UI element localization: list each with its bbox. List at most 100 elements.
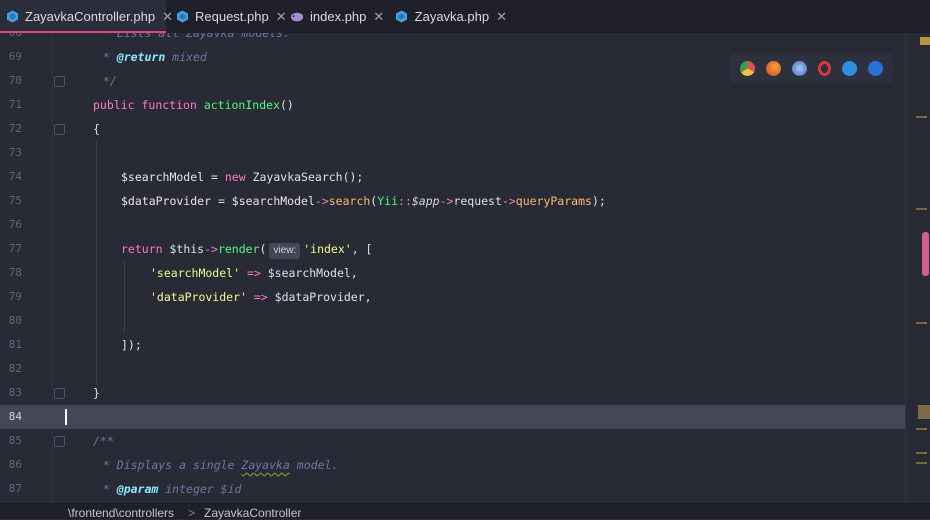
class-name: Yii	[377, 194, 399, 208]
keyword: public	[93, 98, 135, 112]
operator: =>	[246, 290, 275, 304]
variable: $dataProvider,	[274, 290, 372, 304]
line-number: 70	[8, 74, 22, 87]
variable: $searchModel,	[267, 266, 358, 280]
line-number: 72	[8, 122, 22, 135]
string-literal: 'index'	[303, 242, 352, 256]
line-number: 76	[8, 218, 22, 231]
code-text: =	[204, 170, 225, 184]
line-number: 78	[8, 266, 22, 279]
code-line: 75 $dataProvider = $searchModel->search(…	[0, 189, 905, 213]
code-text: );	[591, 194, 606, 208]
php-class-icon	[176, 10, 189, 24]
code-line: 80	[0, 309, 905, 333]
line-number: 80	[8, 314, 22, 327]
fold-marker-icon[interactable]	[54, 388, 65, 399]
opera-icon[interactable]	[818, 60, 832, 76]
code-text: /**	[93, 434, 114, 448]
code-text: ZayavkaSearch();	[245, 170, 364, 184]
code-line: 72 {	[0, 117, 905, 141]
tab-label: ZayavkaController.php	[25, 9, 156, 24]
property: queryParams	[515, 194, 592, 208]
tab-request[interactable]: Request.php ✕	[170, 0, 287, 33]
text-cursor	[65, 409, 67, 425]
operator: ::	[398, 194, 412, 208]
variable: $dataProvider	[121, 194, 212, 208]
code-editor[interactable]: 68 * Lists all Zayavka models. 69 * @ret…	[0, 33, 930, 503]
error-stripe-marker[interactable]	[916, 322, 927, 324]
browser-preview-bar	[730, 54, 893, 82]
error-stripe-marker[interactable]	[916, 116, 927, 118]
doc-tag: @param	[116, 482, 159, 496]
code-text: }	[93, 386, 100, 400]
error-stripe-marker[interactable]	[916, 452, 927, 454]
edge-icon[interactable]	[868, 60, 884, 76]
breadcrumb-namespace[interactable]: \frontend\controllers	[68, 506, 174, 520]
code-line: 74 $searchModel = new ZayavkaSearch();	[0, 165, 905, 189]
operator: ->	[314, 194, 329, 208]
fold-marker-icon[interactable]	[54, 76, 65, 87]
string-literal: 'searchModel'	[150, 266, 241, 280]
breadcrumb: \frontend\controllers > ZayavkaControlle…	[0, 503, 930, 520]
tab-zayavkacontroller[interactable]: ZayavkaController.php ✕	[0, 0, 173, 33]
line-number: 69	[8, 50, 22, 63]
error-stripe-marker[interactable]	[916, 208, 927, 210]
fold-marker-icon[interactable]	[54, 436, 65, 447]
keyword: function	[141, 98, 197, 112]
operator: ->	[204, 242, 218, 256]
line-number: 86	[8, 458, 22, 471]
safari-icon[interactable]	[791, 60, 807, 76]
php-class-icon	[395, 10, 409, 24]
line-number: 87	[8, 482, 22, 495]
php-class-icon	[6, 10, 19, 24]
variable: $searchModel	[231, 194, 315, 208]
line-number: 77	[8, 242, 22, 255]
code-line: 82	[0, 357, 905, 381]
code-text: {	[93, 122, 100, 136]
code-line: 71 public function actionIndex()	[0, 93, 905, 117]
code-line: 77 return $this->render(view:'index', [	[0, 237, 905, 261]
error-stripe-marker[interactable]	[916, 462, 927, 464]
code-text: *	[96, 50, 117, 64]
code-line: 81 ]);	[0, 333, 905, 357]
firefox-icon[interactable]	[765, 60, 781, 76]
method-name: render	[217, 242, 260, 256]
code-line: 79 'dataProvider' => $dataProvider,	[0, 285, 905, 309]
chrome-icon[interactable]	[739, 60, 755, 76]
line-number: 84	[8, 410, 22, 423]
line-number: 85	[8, 434, 22, 447]
tab-index[interactable]: index.php ✕	[284, 0, 384, 33]
tab-label: Request.php	[195, 9, 269, 24]
error-stripe-marker[interactable]	[916, 428, 927, 430]
fold-marker-icon[interactable]	[54, 124, 65, 135]
breadcrumb-class[interactable]: ZayavkaController	[204, 506, 301, 520]
code-line-current[interactable]: 84	[0, 405, 905, 429]
code-line: 87 * @param integer $id	[0, 477, 905, 501]
line-number: 75	[8, 194, 22, 207]
ie-icon[interactable]	[842, 60, 858, 76]
scrollbar-thumb[interactable]	[922, 232, 929, 276]
line-number: 68	[0, 33, 22, 45]
current-line-marker[interactable]	[918, 405, 930, 419]
code-line: 76	[0, 213, 905, 237]
code-text: *	[96, 482, 117, 496]
code-line: 68 * Lists all Zayavka models.	[0, 33, 905, 45]
code-text: =	[211, 194, 232, 208]
code-text: mixed	[165, 50, 207, 64]
code-text: (	[259, 242, 267, 256]
line-number: 83	[8, 386, 22, 399]
code-text: model.	[289, 458, 339, 472]
error-stripe-marker[interactable]	[920, 37, 930, 45]
operator: ->	[439, 194, 454, 208]
code-text: Zayavka	[241, 458, 290, 472]
tab-zayavka[interactable]: Zayavka.php ✕	[389, 0, 507, 33]
function-name: actionIndex	[203, 98, 280, 112]
code-text: */	[96, 74, 117, 88]
string-literal: 'dataProvider'	[150, 290, 247, 304]
close-icon[interactable]: ✕	[373, 9, 384, 25]
code-text: ]);	[121, 338, 142, 352]
parameter-hint: view:	[269, 243, 301, 259]
close-icon[interactable]: ✕	[496, 9, 507, 25]
tab-label: index.php	[310, 9, 367, 24]
code-line: 83 }	[0, 381, 905, 405]
